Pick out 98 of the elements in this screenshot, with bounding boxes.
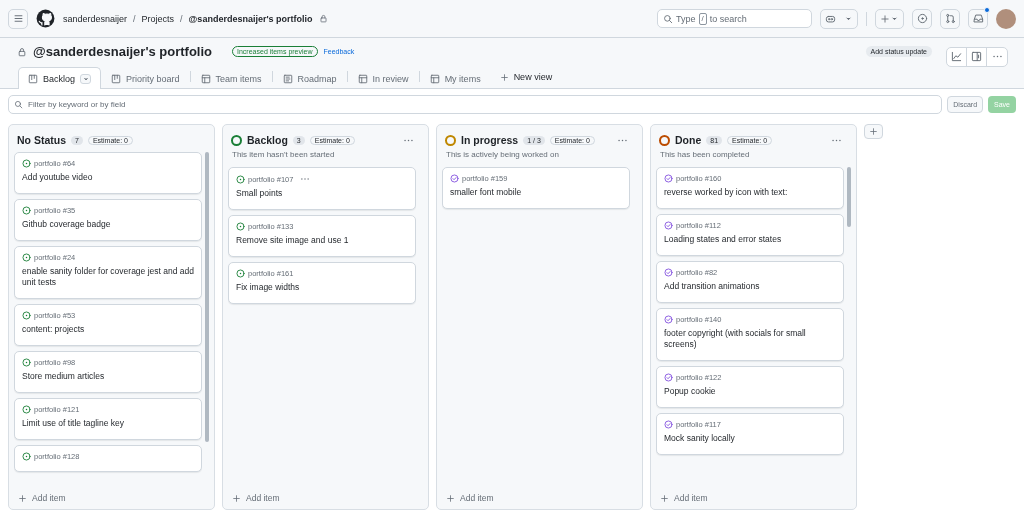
issue-title: Github coverage badge: [22, 219, 112, 230]
closed-issue-icon: [664, 268, 673, 277]
issue-title: Store medium articles: [22, 371, 106, 382]
column-description: This has been completed: [659, 150, 751, 159]
closed-issue-icon: [450, 174, 459, 183]
inbox-icon: [972, 13, 984, 24]
view-tab[interactable]: Backlog: [18, 67, 102, 89]
board-icon: [28, 73, 38, 84]
open-issue-icon: [22, 358, 31, 367]
avatar[interactable]: [996, 8, 1016, 29]
column-title: Backlog: [247, 134, 288, 146]
inbox-button[interactable]: [968, 8, 988, 29]
view-options-button[interactable]: [80, 73, 92, 84]
issue-title: Add youtube video: [22, 172, 94, 183]
issue-title: reverse worked by icon with text:: [664, 187, 789, 198]
search-field[interactable]: Type / to search: [657, 9, 812, 28]
issue-title: Limit use of title tagline key: [22, 418, 126, 429]
closed-issue-icon: [664, 315, 673, 324]
robot-icon: [825, 13, 836, 24]
plus-icon: [18, 493, 27, 503]
open-issue-icon: [22, 405, 31, 414]
menu-button[interactable]: [8, 8, 28, 29]
keyboard-key: /: [698, 12, 707, 25]
add-item-button[interactable]: Add item: [446, 493, 494, 503]
closed-issue-icon: [664, 420, 673, 429]
add-item-button[interactable]: Add item: [232, 493, 280, 503]
search-placeholder: Type: [676, 13, 696, 24]
breadcrumb-link[interactable]: @sanderdesnaijer's portfolio: [188, 13, 313, 24]
table-icon: [429, 73, 440, 84]
table-icon: [357, 73, 368, 84]
issue-title: footer copyright (with socials for small screens): [664, 328, 807, 350]
issue-title: Add transition animations: [664, 281, 761, 292]
breadcrumb-separator: /: [180, 13, 183, 24]
issues-button[interactable]: [912, 8, 932, 29]
search-icon: [14, 99, 23, 109]
issue-icon: [916, 13, 928, 24]
issue-title: Popup cookie: [664, 386, 717, 397]
issue-title: Fix image widths: [236, 282, 301, 293]
octocat-logo-icon[interactable]: [36, 9, 55, 28]
issue-title: Loading states and error states: [664, 234, 783, 245]
issue-title: smaller font mobile: [450, 187, 523, 198]
issue-title: enable sanity folder for coverage jest and add unit tests: [22, 266, 194, 288]
issue-title: Mock sanity locally: [664, 433, 736, 444]
open-issue-icon: [236, 174, 245, 184]
add-item-button[interactable]: Add item: [18, 493, 66, 503]
chart-icon: [951, 51, 962, 62]
breadcrumb-link[interactable]: sanderdesnaijer: [63, 13, 128, 24]
caret-icon: [844, 14, 853, 23]
side-panel-icon: [971, 51, 982, 62]
scrollbar-thumb[interactable]: [205, 152, 209, 442]
column-title: Done: [675, 134, 702, 146]
column-description: This is actively being worked on: [445, 150, 560, 159]
view-tab[interactable]: My items: [419, 67, 491, 89]
issue-title: Remove site image and use 1: [236, 235, 350, 246]
roadmap-icon: [282, 73, 293, 84]
closed-issue-icon: [664, 221, 673, 230]
closed-issue-icon: [664, 174, 673, 183]
open-issue-icon: [22, 159, 31, 168]
add-column-button[interactable]: [864, 124, 883, 139]
closed-issue-icon: [664, 373, 673, 382]
pull-requests-button[interactable]: [940, 8, 960, 29]
plus-icon: [499, 72, 509, 82]
view-tab[interactable]: Roadmap: [272, 67, 347, 89]
filter-field[interactable]: Filter by keyword or by field: [8, 94, 943, 114]
new-view-button[interactable]: New view: [490, 66, 562, 88]
plus-icon: [660, 493, 669, 503]
plus-icon: [880, 13, 890, 24]
plus-icon: [232, 493, 241, 503]
view-tab[interactable]: Team items: [190, 67, 272, 89]
plus-icon: [446, 493, 455, 503]
open-issue-icon: [22, 311, 31, 320]
column-title: In progress: [461, 134, 519, 146]
search-placeholder: to search: [709, 13, 747, 24]
project-title: @sanderdesnaijer's portfolio: [33, 44, 213, 59]
search-icon: [663, 13, 673, 24]
scrollbar-thumb[interactable]: [847, 167, 851, 227]
column-title: No Status: [17, 134, 66, 146]
menu-icon: [12, 13, 24, 24]
table-icon: [200, 73, 211, 84]
column-description: This item hasn't been started: [231, 150, 336, 159]
caret-icon: [890, 14, 899, 23]
issue-title: content: projects: [22, 324, 86, 335]
open-issue-icon: [22, 253, 31, 262]
pull-request-icon: [944, 13, 956, 24]
open-issue-icon: [236, 269, 245, 278]
issue-title: Small points: [236, 188, 284, 199]
view-tab[interactable]: In review: [347, 67, 419, 89]
open-issue-icon: [22, 452, 31, 461]
add-item-button[interactable]: Add item: [660, 493, 708, 503]
open-issue-icon: [22, 206, 31, 215]
lock-icon: [17, 46, 27, 57]
board-icon: [111, 73, 122, 84]
view-tab[interactable]: Priority board: [101, 67, 190, 89]
open-issue-icon: [236, 222, 245, 231]
lock-icon: [318, 14, 328, 23]
breadcrumb-link[interactable]: Projects: [141, 13, 175, 24]
plus-icon: [869, 127, 878, 136]
breadcrumb-separator: /: [133, 13, 136, 24]
